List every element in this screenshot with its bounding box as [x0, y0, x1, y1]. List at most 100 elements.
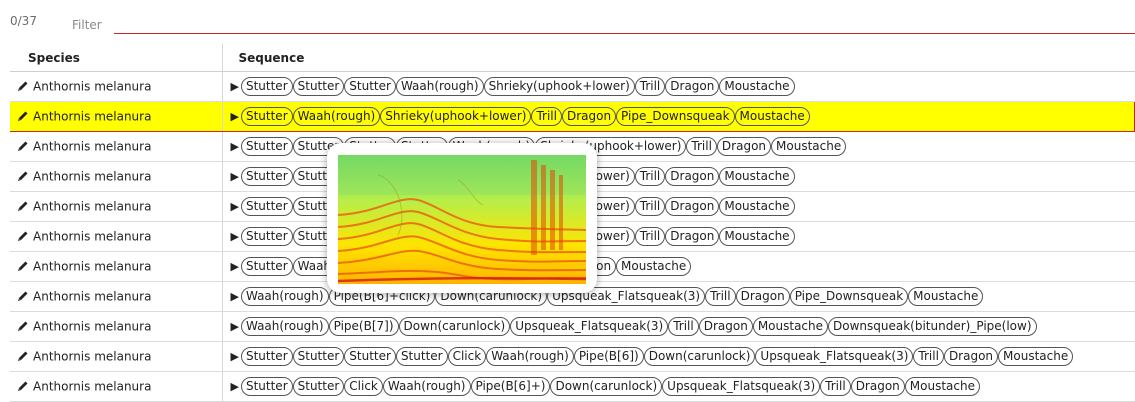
pencil-icon[interactable] [17, 110, 29, 122]
sequence-tag[interactable]: Shrieky(uphook+lower) [483, 77, 635, 96]
play-icon[interactable]: ▶ [231, 350, 239, 363]
pencil-icon[interactable] [17, 260, 29, 272]
play-icon[interactable]: ▶ [231, 110, 239, 123]
table-row[interactable]: Anthornis melanura▶StutterStutterStutter… [10, 341, 1135, 372]
sequence-tag[interactable]: Moustache [719, 197, 795, 216]
pencil-icon[interactable] [17, 350, 29, 362]
sequence-tag[interactable]: Stutter [240, 227, 293, 246]
play-icon[interactable]: ▶ [231, 80, 239, 93]
species-cell: Anthornis melanura [10, 341, 223, 372]
sequence-tag[interactable]: Trill [634, 197, 666, 216]
sequence-tag[interactable]: Moustache [734, 107, 810, 126]
sequence-tag[interactable]: Moustache [908, 287, 984, 306]
sequence-tag[interactable]: Waah(rough) [486, 347, 574, 366]
sequence-tag[interactable]: Trill [686, 137, 717, 156]
sequence-column-header[interactable]: Sequence [222, 44, 1135, 72]
sequence-tag[interactable]: Waah(rough) [292, 107, 381, 126]
sequence-tag[interactable]: Dragon [665, 77, 720, 96]
sequence-tag[interactable]: Stutter [240, 107, 293, 126]
sequence-tag[interactable]: Pipe(B[6]+) [470, 377, 551, 396]
sequence-tag[interactable]: Moustache [904, 377, 980, 396]
sequence-tag[interactable]: Moustache [616, 257, 692, 276]
sequence-tag[interactable]: Trill [634, 77, 666, 96]
species-column-header[interactable]: Species [10, 44, 223, 72]
sequence-tag[interactable]: Stutter [292, 347, 345, 366]
sequence-tag[interactable]: Stutter [240, 377, 293, 396]
sequence-tag[interactable]: Waah(rough) [240, 287, 329, 306]
sequence-tag[interactable]: Trill [531, 107, 562, 126]
sequence-tag[interactable]: Upsqueak_Flatsqueak(3) [662, 377, 821, 396]
sequence-tag[interactable]: Trill [913, 347, 944, 366]
play-icon[interactable]: ▶ [231, 170, 239, 183]
sequence-tag[interactable]: Shrieky(uphook+lower) [380, 107, 532, 126]
sequence-tag[interactable]: Dragon [665, 197, 720, 216]
sequence-tag[interactable]: Down(carunlock) [398, 317, 511, 336]
play-icon[interactable]: ▶ [231, 290, 239, 303]
pencil-icon[interactable] [17, 320, 29, 332]
pencil-icon[interactable] [17, 290, 29, 302]
sequence-tag[interactable]: Dragon [665, 167, 720, 186]
sequence-tag[interactable]: Stutter [292, 77, 345, 96]
sequence-tag[interactable]: Trill [705, 287, 736, 306]
play-icon[interactable]: ▶ [231, 140, 239, 153]
play-icon[interactable]: ▶ [231, 320, 239, 333]
sequence-tag[interactable]: Moustache [752, 317, 829, 336]
play-icon[interactable]: ▶ [231, 200, 239, 213]
sequence-tag[interactable]: Pipe_Downsqueak [789, 287, 909, 306]
sequence-tag[interactable]: Upsqueak_Flatsqueak(3) [510, 317, 669, 336]
filter-input[interactable] [114, 6, 1135, 34]
pencil-icon[interactable] [17, 140, 29, 152]
pencil-icon[interactable] [17, 170, 29, 182]
sequence-tag[interactable]: Dragon [561, 107, 617, 126]
sequence-tag[interactable]: Pipe_Downsqueak [616, 107, 735, 126]
filter-field[interactable]: Filter [72, 6, 1135, 34]
sequence-tag[interactable]: Downsqueak(bitunder)_Pipe(low) [828, 317, 1037, 336]
sequence-tag[interactable]: Moustache [719, 227, 795, 246]
sequence-tag[interactable]: Dragon [850, 377, 905, 396]
pencil-icon[interactable] [17, 80, 29, 92]
pencil-icon[interactable] [17, 380, 29, 392]
table-row[interactable]: Anthornis melanura ▶ Stutter Stutter Click Wa… [10, 371, 1135, 402]
sequence-tag[interactable]: Waah(rough) [240, 317, 329, 336]
sequence-tag[interactable]: Dragon [943, 347, 999, 366]
sequence-tag[interactable]: Trill [820, 377, 851, 396]
sequence-tag[interactable]: Dragon [665, 227, 720, 246]
sequence-tag[interactable]: Dragon [698, 317, 753, 336]
sequence-tag[interactable]: Stutter [240, 347, 293, 366]
sequence-tag[interactable]: Stutter [344, 347, 396, 366]
sequence-tag[interactable]: Down(carunlock) [550, 377, 663, 396]
sequence-tag[interactable]: Moustache [998, 347, 1074, 366]
sequence-tag[interactable]: Pipe(B[7]) [328, 317, 399, 336]
sequence-tag[interactable]: Stutter [240, 167, 293, 186]
table-row[interactable]: Anthornis melanura▶StutterStutterStutter… [10, 71, 1135, 102]
play-icon[interactable]: ▶ [231, 230, 239, 243]
sequence-tag[interactable]: Dragon [716, 137, 772, 156]
sequence-tag[interactable]: Click [447, 347, 487, 366]
pencil-icon[interactable] [17, 230, 29, 242]
sequence-tag[interactable]: Waah(rough) [395, 77, 484, 96]
sequence-tag[interactable]: Stutter [240, 137, 293, 156]
sequence-tag[interactable]: Click [344, 377, 383, 396]
sequence-tag[interactable]: Down(carunlock) [643, 347, 756, 366]
sequence-tag[interactable]: Stutter [240, 257, 293, 276]
sequence-tag[interactable]: Stutter [395, 347, 448, 366]
table-row[interactable]: Anthornis melanura ▶StutterWaah(rough)Shr… [10, 101, 1135, 132]
sequence-tag[interactable]: Stutter [240, 197, 293, 216]
sequence-tag[interactable]: Moustache [719, 167, 795, 186]
sequence-tag[interactable]: Pipe(B[6]) [573, 347, 644, 366]
sequence-tag[interactable]: Dragon [735, 287, 790, 306]
sequence-tag[interactable]: Stutter [240, 77, 293, 96]
play-icon[interactable]: ▶ [231, 380, 239, 393]
table-row[interactable]: Anthornis melanura ▶ Waah(rough) Pipe(B[7])… [10, 311, 1135, 342]
sequence-tag[interactable]: Moustache [771, 137, 847, 156]
sequence-tag[interactable]: Stutter [344, 77, 396, 96]
play-icon[interactable]: ▶ [231, 260, 239, 273]
sequence-tag[interactable]: Upsqueak_Flatsqueak(3) [755, 347, 914, 366]
sequence-tag[interactable]: Waah(rough) [382, 377, 471, 396]
sequence-tag[interactable]: Moustache [719, 77, 795, 96]
sequence-tag[interactable]: Trill [634, 227, 666, 246]
sequence-tag[interactable]: Stutter [292, 377, 345, 396]
pencil-icon[interactable] [17, 200, 29, 212]
sequence-tag[interactable]: Trill [668, 317, 699, 336]
sequence-tag[interactable]: Trill [634, 167, 666, 186]
